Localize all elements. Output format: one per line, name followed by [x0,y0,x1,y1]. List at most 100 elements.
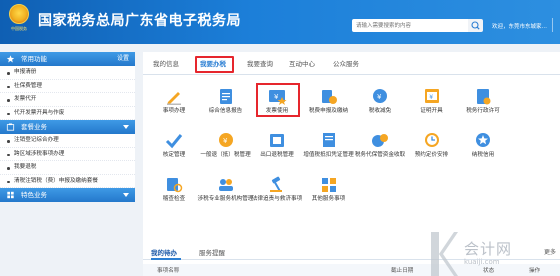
service-item-label: 预约定价安排 [414,152,449,158]
top-tabs: 我的信息 我要办税 我要查询 互动中心 公众服务 [143,52,560,75]
document-report-icon [216,87,236,105]
sidebar-item-social-insurance[interactable]: 社保费管理 [0,80,135,93]
highlight-box-invoice [256,83,300,117]
highlight-box-tab [195,56,234,73]
sidebar-item-label: 清税注销税（费）申报及缴纳套餐 [14,177,98,184]
bullet-icon [7,153,10,156]
tax-emblem-logo: 中国税务 [6,4,32,32]
bullet-icon [7,72,10,75]
svg-text:¥: ¥ [223,137,228,145]
service-item-label: 综合信息报告 [208,108,243,114]
service-item[interactable]: 预约定价安排 [403,131,461,171]
tab-interaction[interactable]: 互动中心 [289,58,315,68]
welcome-user-text[interactable]: 欢迎，东莞市东城家… [492,22,547,30]
star-icon [6,55,15,63]
service-item-label: 增值税抵扣凭证管理 [303,152,354,158]
column-header-deadline: 截止日期 [391,268,414,274]
service-item-label: 纳税信用 [471,152,495,158]
export-refund-icon [267,131,287,149]
service-item-label: 其他服务事项 [311,196,346,202]
service-item-label: 稽查检查 [162,196,186,202]
sidebar-item-invoice-void[interactable]: 代开发票开具与作废 [0,107,135,120]
k-logo-icon [431,232,458,276]
service-item-label: 税费申报及缴纳 [308,108,349,114]
bullet-icon [7,167,10,170]
sidebar-item-label: 跨区域涉税事项办理 [14,150,65,157]
service-item-label: 一般退（抵）税管理 [200,152,251,158]
tax-refund-icon: ¥ [216,131,236,149]
special-services-header[interactable]: 特色业务 [0,188,135,202]
sidebar-item-invoice-issuing[interactable]: 发票代开 [0,93,135,107]
sidebar-item-label: 我要退税 [14,164,37,170]
service-item[interactable]: 税务行政许可 [454,87,512,127]
service-item[interactable]: ¥ 证明开具 [403,87,461,127]
common-functions-title: 常用功能 [21,55,47,63]
tab-service-reminder[interactable]: 服务提醒 [199,247,225,257]
custody-fund-icon [370,131,390,149]
search-icon [471,21,480,30]
sidebar-item-deregistration[interactable]: 注销登记综合办理 [0,134,135,148]
sidebar-item-clearance-package[interactable]: 清税注销税（费）申报及缴纳套餐 [0,175,135,188]
tab-query[interactable]: 我要查询 [247,58,273,68]
sidebar-item-cross-region[interactable]: 跨区域涉税事项办理 [0,148,135,161]
service-item-label: 法律追责与救济事项 [251,196,303,202]
gavel-icon [267,175,287,193]
tab-public-service[interactable]: 公众服务 [333,58,359,68]
sidebar-item-tax-refund[interactable]: 我要退税 [0,161,135,175]
grid-icon [7,191,14,199]
settings-link[interactable]: 设置 [117,52,129,66]
service-item[interactable]: 纳税信用 [454,131,512,171]
collapse-icon[interactable] [123,124,129,130]
package-services-header[interactable]: 套餐业务 [0,120,135,134]
search-button[interactable] [468,19,483,32]
common-functions-header[interactable]: 常用功能 设置 [0,52,135,66]
service-item-label: 核定管理 [162,152,186,158]
certificate-icon: ¥ [422,87,442,105]
service-item-label: 出口退税管理 [260,152,294,158]
service-item[interactable]: 事项办理 [145,87,203,127]
pen-icon [164,87,184,105]
watermark-text: 会计网 [464,240,513,258]
package-icon [6,123,15,131]
bullet-icon [7,85,10,88]
service-item[interactable]: ¥ 一般退（抵）税管理 [197,131,255,171]
expand-icon[interactable] [123,192,129,198]
service-item[interactable]: 增值税抵扣凭证管理 [300,131,358,171]
service-item[interactable]: ¥ 税收减免 [351,87,409,127]
service-item[interactable]: 税务代保管资金收取 [351,131,409,171]
service-item[interactable]: 核定管理 [145,131,203,171]
sidebar-item-label: 注销登记综合办理 [14,137,59,143]
verification-icon [164,131,184,149]
package-services-list: 注销登记综合办理 跨区域涉税事项办理 我要退税 清税注销税（费）申报及缴纳套餐 [0,134,135,188]
service-item[interactable]: 涉税专业服务机构管理 [197,175,255,215]
package-services-title: 套餐业务 [21,123,47,131]
left-sidebar: 常用功能 设置 申报清册 社保费管理 发票代开 代开发票开具与作废 套餐业务 注… [0,52,135,276]
bullet-icon [7,180,10,183]
other-services-icon [319,175,339,193]
service-item[interactable]: 稽查检查 [145,175,203,215]
service-item[interactable]: 税费申报及缴纳 [300,87,358,127]
tax-reduction-icon: ¥ [370,87,390,105]
service-item-label: 事项办理 [162,108,186,114]
service-item[interactable]: 其他服务事项 [300,175,358,215]
service-item[interactable]: 法律追责与救济事项 [248,175,306,215]
credit-icon [473,131,493,149]
page: 中国税务 国家税务总局广东省电子税务局 欢迎，东莞市东城家… 常用功能 设置 申… [0,0,560,276]
sidebar-item-label: 发票代开 [14,96,37,102]
sidebar-item-label: 社保费管理 [14,82,42,89]
emblem-caption: 中国税务 [11,26,27,31]
tab-my-info[interactable]: 我的信息 [153,58,179,68]
header-divider [552,18,553,32]
service-item[interactable]: 综合信息报告 [197,87,255,127]
service-item[interactable]: 出口退税管理 [248,131,306,171]
service-item-label: 涉税专业服务机构管理 [197,196,254,202]
service-item-label: 税收减免 [368,108,392,114]
sidebar-item-label: 代开发票开具与作废 [14,109,65,116]
clock-icon [422,131,442,149]
vat-credit-icon [319,131,339,149]
service-item-label: 税务行政许可 [466,108,500,114]
tab-my-todo[interactable]: 我的待办 [151,247,177,257]
search-input[interactable] [352,19,468,32]
admin-license-icon [473,87,493,105]
sidebar-item-declaration-list[interactable]: 申报清册 [0,66,135,80]
